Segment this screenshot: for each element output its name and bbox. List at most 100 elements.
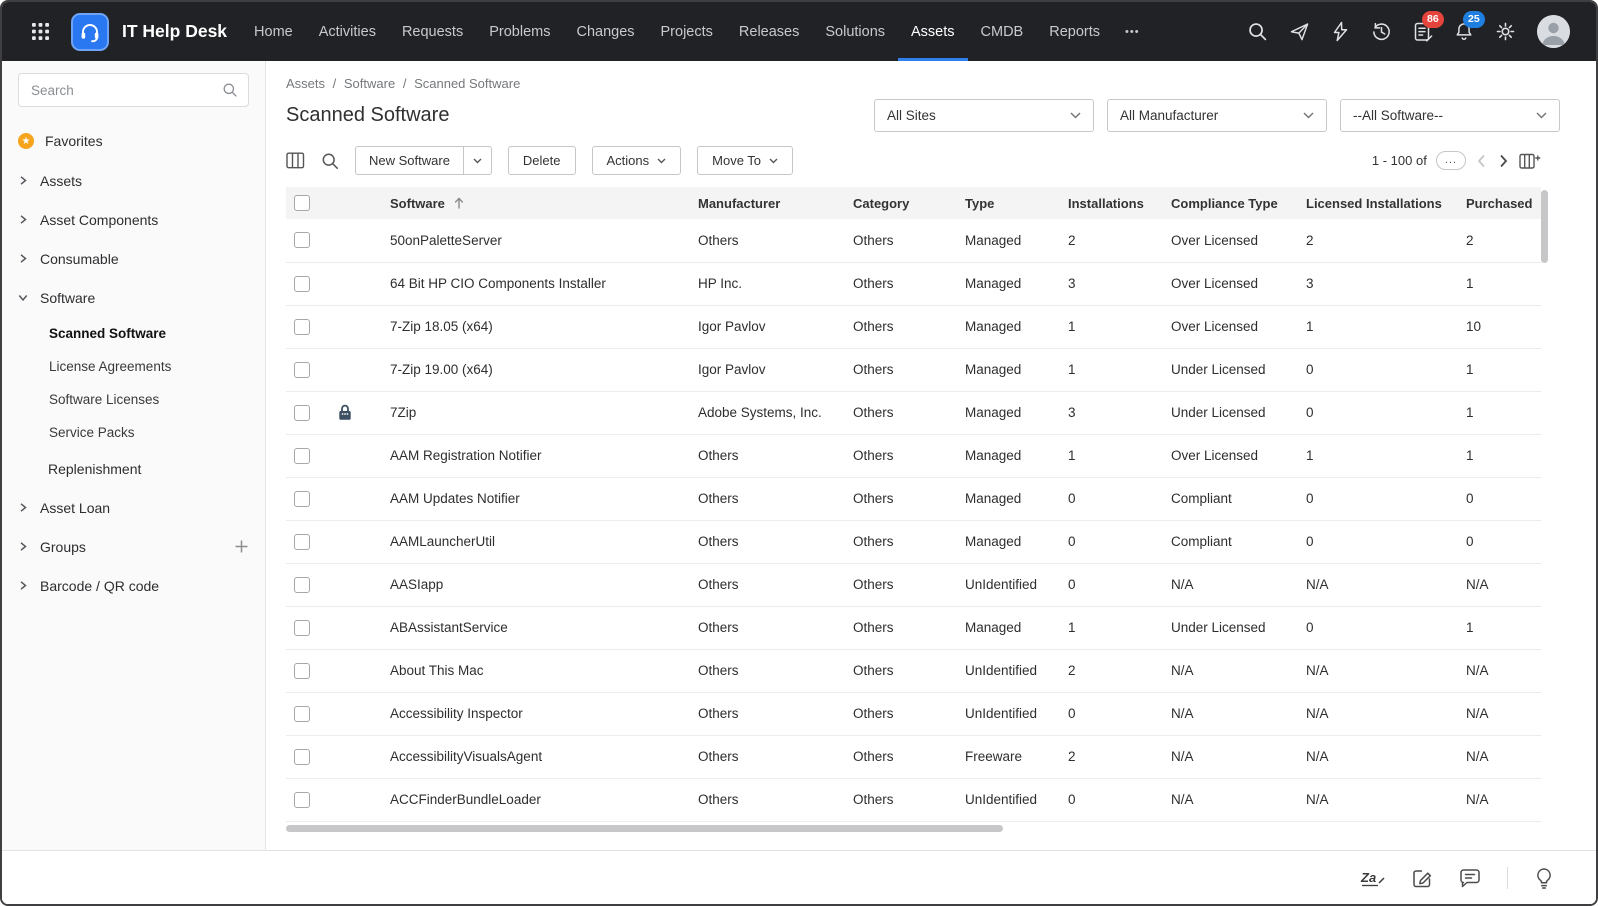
column-header-category[interactable]: Category (845, 187, 957, 219)
horizontal-scrollbar[interactable] (286, 825, 1003, 832)
column-header-type[interactable]: Type (957, 187, 1060, 219)
table-row[interactable]: AAM Registration NotifierOthersOthersMan… (286, 434, 1541, 477)
sidebar-item-service-packs[interactable]: Service Packs (2, 416, 265, 449)
sidebar-search[interactable] (18, 73, 249, 107)
table-row[interactable]: ACCFinderBundleLoaderOthersOthersUnIdent… (286, 778, 1541, 821)
settings-button[interactable] (1495, 21, 1516, 42)
list-search-button[interactable] (321, 152, 339, 170)
move-to-button[interactable]: Move To (697, 146, 793, 175)
sidebar-item-groups[interactable]: Groups (2, 527, 265, 566)
column-header-compliance-type[interactable]: Compliance Type (1163, 187, 1298, 219)
row-checkbox[interactable] (294, 232, 310, 248)
nav-item-solutions[interactable]: Solutions (812, 2, 898, 61)
nav-item-cmdb[interactable]: CMDB (968, 2, 1037, 61)
row-checkbox[interactable] (294, 792, 310, 808)
sidebar-item-asset-components[interactable]: Asset Components (2, 200, 265, 239)
new-software-dropdown-button[interactable] (463, 147, 491, 174)
actions-button[interactable]: Actions (592, 146, 682, 175)
nav-item-home[interactable]: Home (241, 2, 306, 61)
feedback-button[interactable] (1412, 868, 1433, 888)
cell-software[interactable]: AccessibilityVisualsAgent (382, 735, 690, 778)
sidebar-search-input[interactable] (31, 83, 222, 98)
sidebar-item-consumable[interactable]: Consumable (2, 239, 265, 278)
sidebar-item-assets[interactable]: Assets (2, 161, 265, 200)
table-row[interactable]: Accessibility InspectorOthersOthersUnIde… (286, 692, 1541, 735)
table-row[interactable]: AccessibilityVisualsAgentOthersOthersFre… (286, 735, 1541, 778)
user-avatar[interactable] (1537, 15, 1570, 48)
nav-item-problems[interactable]: Problems (476, 2, 563, 61)
row-checkbox[interactable] (294, 276, 310, 292)
row-checkbox[interactable] (294, 749, 310, 765)
sidebar-item-asset-loan[interactable]: Asset Loan (2, 488, 265, 527)
column-header-licensed-installations[interactable]: Licensed Installations (1298, 187, 1458, 219)
cell-software[interactable]: AAM Registration Notifier (382, 434, 690, 477)
row-checkbox[interactable] (294, 534, 310, 550)
global-search-button[interactable] (1247, 21, 1268, 42)
add-group-button[interactable] (234, 539, 249, 554)
row-checkbox[interactable] (294, 706, 310, 722)
cell-software[interactable]: 50onPaletteServer (382, 219, 690, 262)
sidebar-item-license-agreements[interactable]: License Agreements (2, 350, 265, 383)
row-checkbox[interactable] (294, 448, 310, 464)
tasks-button[interactable]: 86 (1413, 21, 1433, 42)
column-header-purchased[interactable]: Purchased (1458, 187, 1541, 219)
nav-more-button[interactable]: ••• (1113, 26, 1152, 38)
cell-software[interactable]: 64 Bit HP CIO Components Installer (382, 262, 690, 305)
app-logo[interactable] (71, 13, 109, 51)
column-chooser-button[interactable] (1519, 152, 1541, 170)
nav-item-projects[interactable]: Projects (648, 2, 726, 61)
table-row[interactable]: AAM Updates NotifierOthersOthersManaged0… (286, 477, 1541, 520)
cell-software[interactable]: 7-Zip 18.05 (x64) (382, 305, 690, 348)
table-row[interactable]: ABAssistantServiceOthersOthersManaged1Un… (286, 606, 1541, 649)
vertical-scrollbar[interactable] (1541, 190, 1548, 263)
cell-software[interactable]: ACCFinderBundleLoader (382, 778, 690, 821)
sidebar-item-scanned-software[interactable]: Scanned Software (2, 317, 265, 350)
quick-actions-button[interactable] (1331, 21, 1350, 42)
row-checkbox[interactable] (294, 663, 310, 679)
breadcrumb-software[interactable]: Software (344, 76, 395, 91)
cell-software[interactable]: Accessibility Inspector (382, 692, 690, 735)
sidebar-item-software-licenses[interactable]: Software Licenses (2, 383, 265, 416)
cell-software[interactable]: AAM Updates Notifier (382, 477, 690, 520)
table-row[interactable]: About This MacOthersOthersUnIdentified2N… (286, 649, 1541, 692)
sidebar-item-replenishment[interactable]: Replenishment (2, 449, 265, 488)
table-row[interactable]: AASIappOthersOthersUnIdentified0N/AN/AN/… (286, 563, 1541, 606)
row-checkbox[interactable] (294, 491, 310, 507)
table-row[interactable]: AAMLauncherUtilOthersOthersManaged0Compl… (286, 520, 1541, 563)
nav-item-activities[interactable]: Activities (306, 2, 389, 61)
table-row[interactable]: 7ZipAdobe Systems, Inc.OthersManaged3Und… (286, 391, 1541, 434)
table-row[interactable]: 7-Zip 19.00 (x64)Igor PavlovOthersManage… (286, 348, 1541, 391)
table-row[interactable]: 50onPaletteServerOthersOthersManaged2Ove… (286, 219, 1541, 262)
nav-item-reports[interactable]: Reports (1036, 2, 1113, 61)
column-header-installations[interactable]: Installations (1060, 187, 1163, 219)
cell-software[interactable]: 7Zip (382, 391, 690, 434)
theme-toggle-button[interactable] (1534, 867, 1554, 889)
app-switcher-button[interactable] (32, 23, 49, 40)
nav-item-changes[interactable]: Changes (563, 2, 647, 61)
notifications-button[interactable]: 25 (1454, 21, 1474, 42)
nav-item-requests[interactable]: Requests (389, 2, 476, 61)
total-count-button[interactable]: ... (1436, 151, 1466, 169)
history-button[interactable] (1371, 21, 1392, 42)
sidebar-item-software[interactable]: Software (2, 278, 265, 317)
cell-software[interactable]: 7-Zip 19.00 (x64) (382, 348, 690, 391)
breadcrumb-assets[interactable]: Assets (286, 76, 325, 91)
row-checkbox[interactable] (294, 405, 310, 421)
row-checkbox[interactable] (294, 620, 310, 636)
table-row[interactable]: 7-Zip 18.05 (x64)Igor PavlovOthersManage… (286, 305, 1541, 348)
cell-software[interactable]: About This Mac (382, 649, 690, 692)
site-filter-select[interactable]: All Sites (874, 99, 1094, 132)
row-checkbox[interactable] (294, 362, 310, 378)
row-checkbox[interactable] (294, 319, 310, 335)
sidebar-item-barcode-qr-code[interactable]: Barcode / QR code (2, 566, 265, 605)
next-page-button[interactable] (1497, 152, 1510, 170)
cell-software[interactable]: AASIapp (382, 563, 690, 606)
cell-software[interactable]: ABAssistantService (382, 606, 690, 649)
software-filter-select[interactable]: --All Software-- (1340, 99, 1560, 132)
zia-button[interactable]: Za (1360, 868, 1386, 888)
manufacturer-filter-select[interactable]: All Manufacturer (1107, 99, 1327, 132)
sidebar-item-favorites[interactable]: ★ Favorites (2, 121, 265, 161)
prev-page-button[interactable] (1475, 152, 1488, 170)
quick-create-button[interactable] (1289, 21, 1310, 42)
chat-button[interactable] (1459, 868, 1481, 888)
